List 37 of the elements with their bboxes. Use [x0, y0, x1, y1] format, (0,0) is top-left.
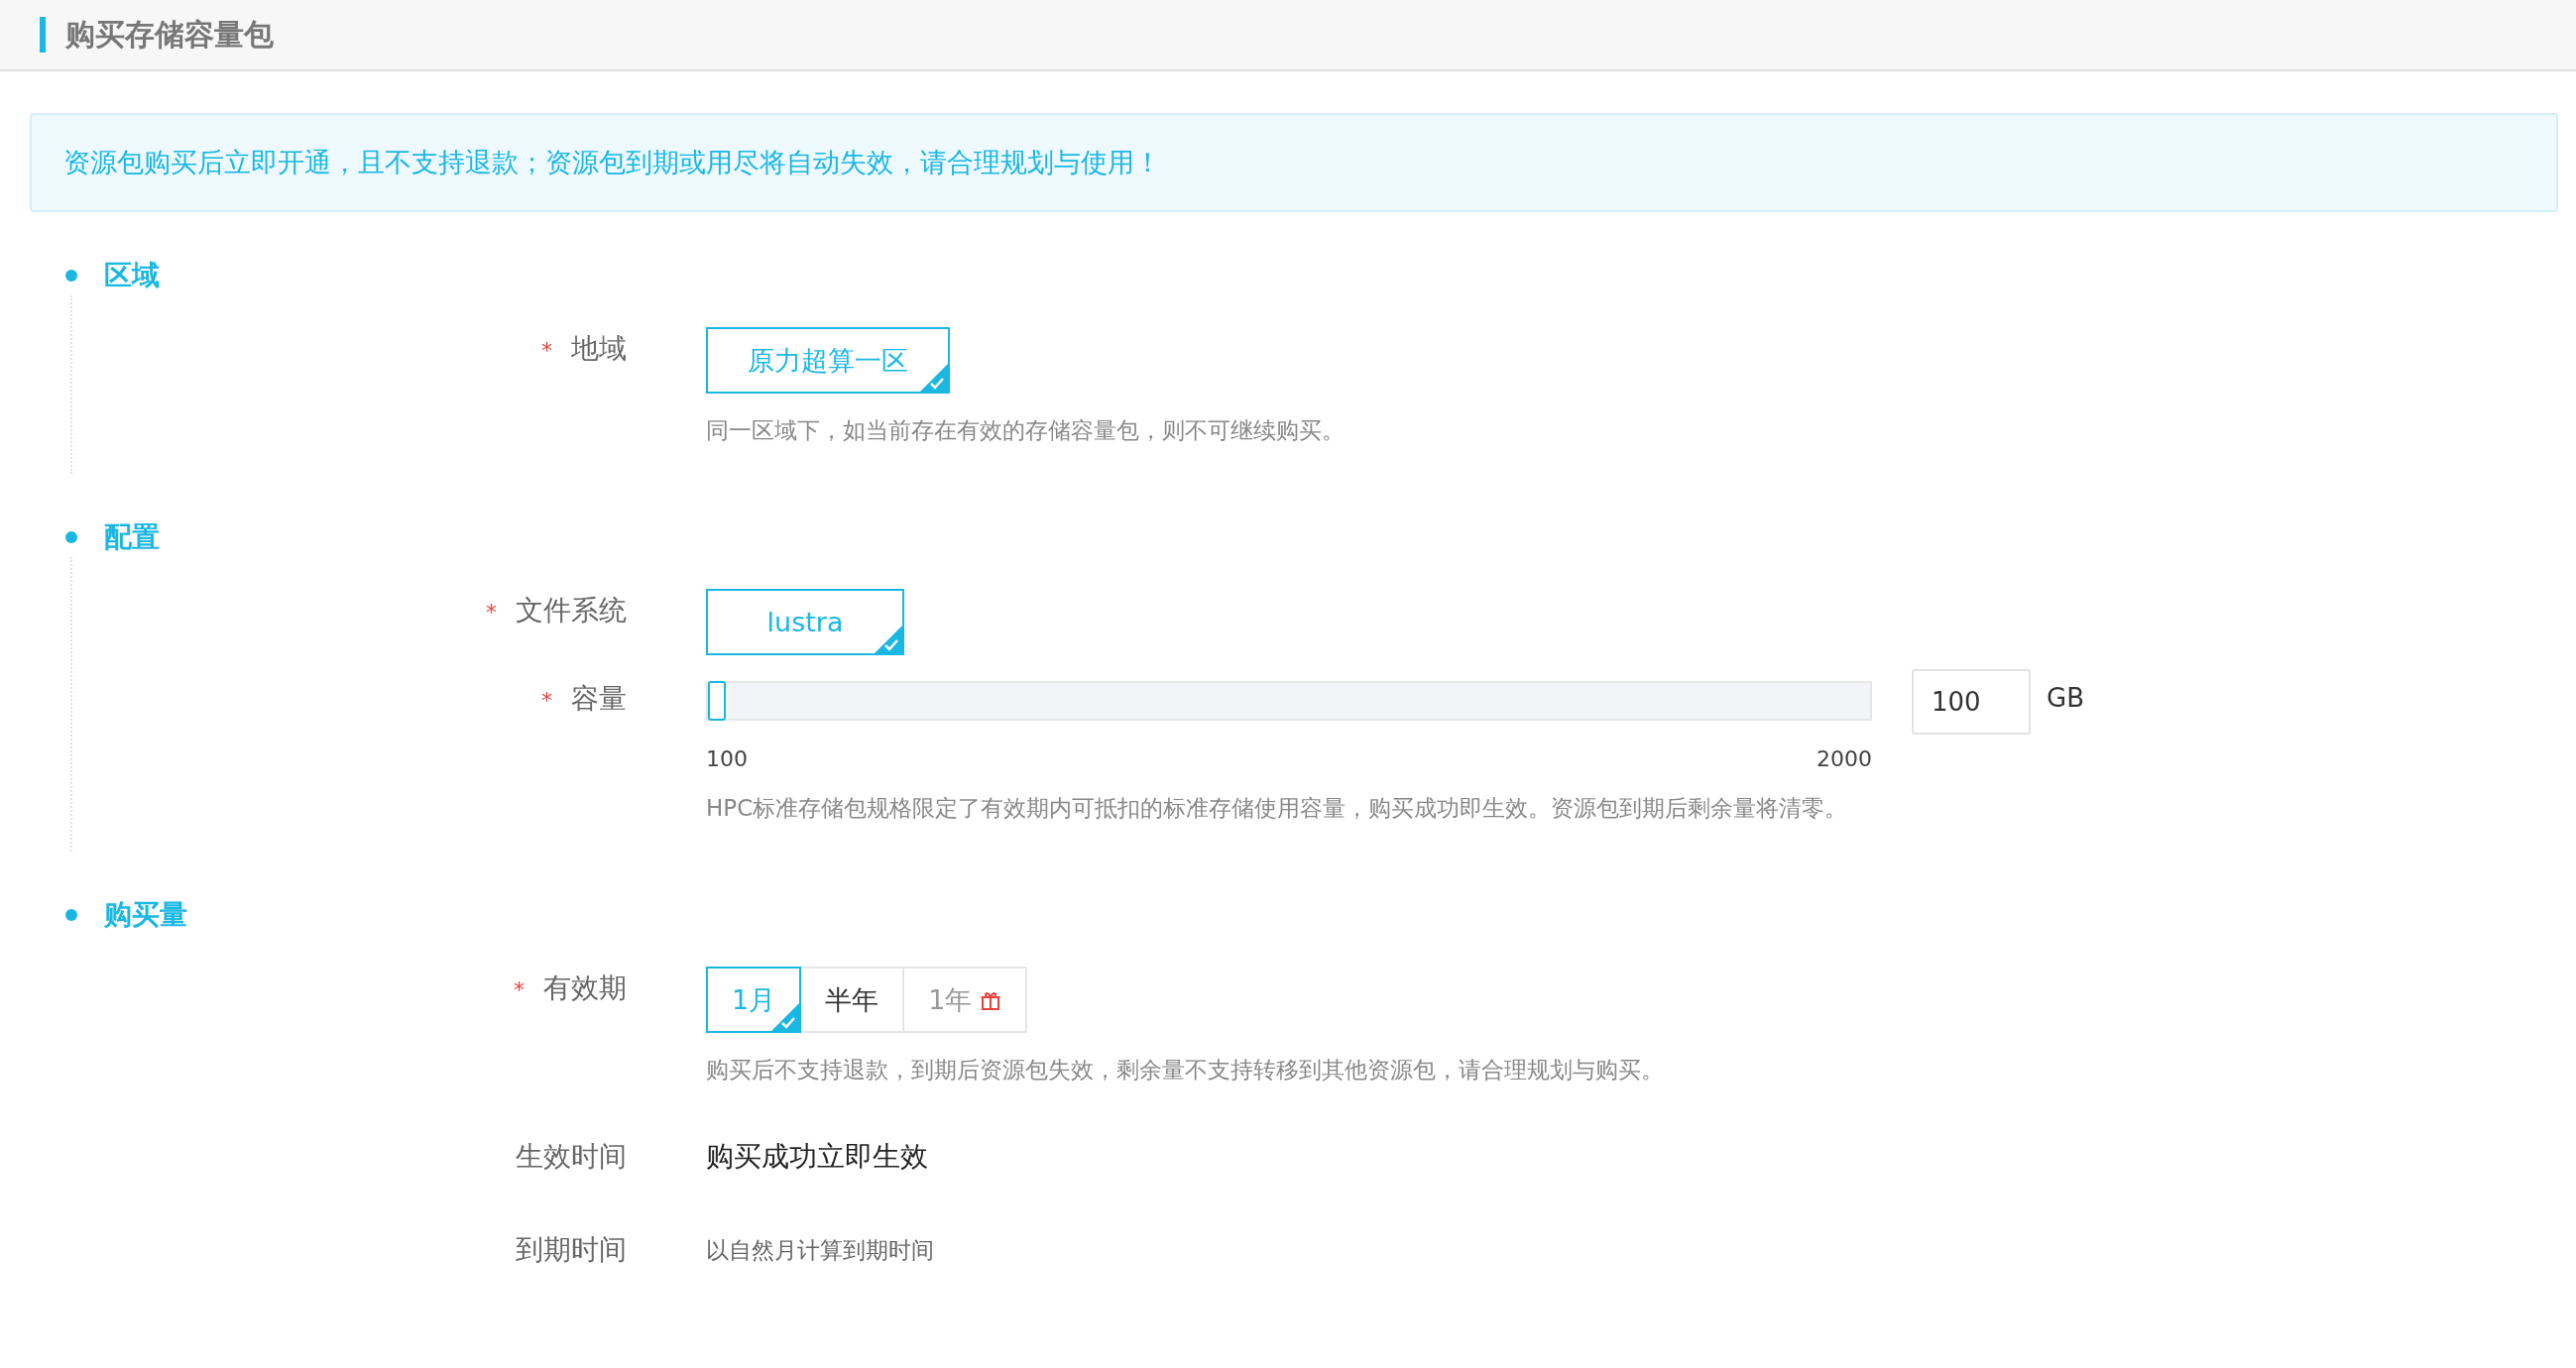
field-label: 文件系统 — [516, 594, 627, 627]
required-mark: * — [486, 600, 498, 625]
check-corner-icon — [771, 1003, 800, 1031]
field-label: 地域 — [571, 332, 627, 365]
option-button[interactable]: 半年 — [799, 967, 905, 1033]
required-mark: * — [514, 977, 526, 1002]
required-mark: * — [541, 338, 553, 363]
section-dot-icon — [65, 909, 77, 921]
title-accent-bar — [40, 17, 46, 53]
section-dot-icon — [65, 270, 77, 282]
required-mark: * — [541, 688, 553, 713]
slider-min-label: 100 — [706, 746, 748, 771]
slider-thumb[interactable] — [708, 681, 726, 721]
section-title: 购买量 — [104, 897, 187, 933]
field-hint: 同一区域下，如当前存在有效的存储容量包，则不可继续购买。 — [706, 416, 1346, 445]
option-button[interactable]: lustra — [706, 589, 904, 655]
check-corner-icon — [875, 626, 902, 653]
notice-text: 资源包购买后立即开通，且不支持退款；资源包到期或用尽将自动失效，请合理规划与使用！ — [63, 146, 1161, 179]
capacity-input[interactable]: 100 — [1912, 669, 2031, 735]
slider-track[interactable] — [706, 681, 1872, 721]
field-value: 购买成功立即生效 — [706, 1140, 928, 1173]
check-corner-icon — [920, 364, 948, 392]
field-label: 生效时间 — [516, 1140, 627, 1173]
section-title: 配置 — [104, 519, 160, 555]
option-button[interactable]: 原力超算一区 — [706, 327, 950, 394]
field-value: 以自然月计算到期时间 — [706, 1237, 934, 1263]
slider-max-label: 2000 — [1816, 746, 1872, 771]
field-label: 到期时间 — [516, 1233, 627, 1266]
field-label: 有效期 — [543, 971, 627, 1004]
section-title: 区域 — [104, 258, 160, 293]
unit-label: GB — [2047, 683, 2084, 713]
section-dot-icon — [65, 531, 77, 543]
option-button[interactable]: 1月 — [706, 967, 802, 1033]
field-hint: 购买后不支持退款，到期后资源包失效，剩余量不支持转移到其他资源包，请合理规划与购买。 — [706, 1056, 1665, 1084]
field-label: 容量 — [571, 682, 627, 715]
field-hint: HPC标准存储包规格限定了有效期内可抵扣的标准存储使用容量，购买成功即生效。资源包到期后剩余量将清零。 — [706, 794, 1849, 823]
page-title: 购买存储容量包 — [65, 15, 274, 54]
